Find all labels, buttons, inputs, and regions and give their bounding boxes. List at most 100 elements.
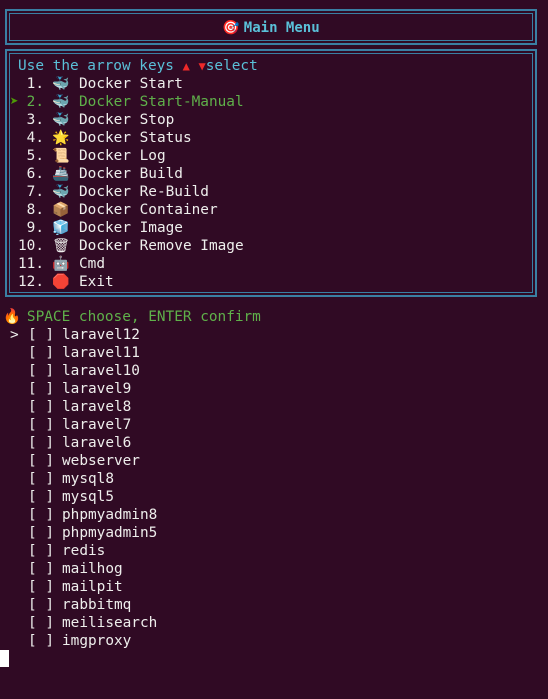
navigation-hint: Use the arrow keys ▲ ▼select bbox=[18, 57, 258, 75]
menu-item-icon: 📦 bbox=[52, 202, 70, 218]
menu-item[interactable]: 2. 🐳 Docker Start-Manual bbox=[8, 93, 488, 111]
menu-item-number: 5. bbox=[26, 148, 44, 164]
menu-item-number: 3. bbox=[26, 112, 44, 128]
checklist-label: meilisearch bbox=[62, 615, 158, 631]
checkbox[interactable]: [ ] bbox=[28, 615, 54, 631]
checkbox[interactable]: [ ] bbox=[28, 543, 54, 559]
hint-suffix: select bbox=[205, 58, 258, 74]
menu-item-number: 8. bbox=[26, 202, 44, 218]
checklist-item[interactable]: [ ] mailhog bbox=[10, 560, 123, 578]
checklist-pointer: > bbox=[10, 327, 19, 343]
checklist-label: rabbitmq bbox=[62, 597, 132, 613]
menu-item-label: Cmd bbox=[79, 256, 105, 272]
checkbox[interactable]: [ ] bbox=[28, 363, 54, 379]
checklist-item[interactable]: [ ] meilisearch bbox=[10, 614, 157, 632]
menu-item[interactable]: 12. 🛑 Exit bbox=[8, 273, 488, 291]
menu-item[interactable]: 4. 🌟 Docker Status bbox=[8, 129, 488, 147]
menu-item-icon: 🛑 bbox=[52, 274, 70, 290]
checklist-item[interactable]: [ ] laravel11 bbox=[10, 344, 140, 362]
checkbox[interactable]: [ ] bbox=[28, 525, 54, 541]
menu-item-icon: 🐳 bbox=[52, 76, 70, 92]
title-text: Main Menu bbox=[243, 20, 320, 36]
selection-arrow-icon: ➤ bbox=[10, 94, 19, 110]
checklist-label: imgproxy bbox=[62, 633, 132, 649]
checklist-item[interactable]: [ ] imgproxy bbox=[10, 632, 131, 650]
selection-prompt: 🔥 SPACE choose, ENTER confirm bbox=[3, 308, 261, 326]
menu-item[interactable]: 5. 📜 Docker Log bbox=[8, 147, 488, 165]
menu-item-label: Exit bbox=[79, 274, 114, 290]
checkbox[interactable]: [ ] bbox=[28, 561, 54, 577]
menu-item-label: Docker Re-Build bbox=[79, 184, 209, 200]
checkbox[interactable]: [ ] bbox=[28, 345, 54, 361]
checklist-label: laravel12 bbox=[62, 327, 140, 343]
checklist-item[interactable]: [ ] phpmyadmin5 bbox=[10, 524, 157, 542]
menu-item-label: Docker Log bbox=[79, 148, 166, 164]
menu-item-label: Docker Container bbox=[79, 202, 218, 218]
window-title: 🎯 Main Menu bbox=[7, 20, 535, 36]
menu-item[interactable]: 11. 🤖 Cmd bbox=[8, 255, 488, 273]
checkbox[interactable]: [ ] bbox=[28, 381, 54, 397]
checklist-item[interactable]: [ ] laravel10 bbox=[10, 362, 140, 380]
prompt-text: SPACE choose, ENTER confirm bbox=[26, 309, 261, 325]
menu-item-icon: 🤖 bbox=[52, 256, 70, 272]
fire-icon: 🔥 bbox=[3, 309, 21, 325]
menu-item-label: Docker Build bbox=[79, 166, 183, 182]
terminal-cursor bbox=[0, 650, 9, 667]
menu-item-icon: 🐳 bbox=[52, 184, 70, 200]
checkbox[interactable]: [ ] bbox=[28, 633, 54, 649]
checklist-label: mysql5 bbox=[62, 489, 114, 505]
checklist-item[interactable]: [ ] rabbitmq bbox=[10, 596, 131, 614]
menu-item-label: Docker Stop bbox=[79, 112, 175, 128]
checkbox[interactable]: [ ] bbox=[28, 489, 54, 505]
title-box: 🎯 Main Menu bbox=[5, 9, 537, 45]
checkbox[interactable]: [ ] bbox=[28, 597, 54, 613]
menu-item-label: Docker Remove Image bbox=[79, 238, 244, 254]
checklist-item[interactable]: [ ] mailpit bbox=[10, 578, 123, 596]
menu-item-icon: 🧊 bbox=[52, 220, 70, 236]
menu-item[interactable]: 6. 🚢 Docker Build bbox=[8, 165, 488, 183]
menu-item-label: Docker Start-Manual bbox=[79, 94, 244, 110]
checklist-label: laravel7 bbox=[62, 417, 132, 433]
menu-item-number: 4. bbox=[26, 130, 44, 146]
checklist-item[interactable]: [ ] laravel6 bbox=[10, 434, 131, 452]
menu-item[interactable]: 10. 🗑 Docker Remove Image bbox=[8, 237, 488, 255]
checkbox[interactable]: [ ] bbox=[28, 453, 54, 469]
menu-item[interactable]: 1. 🐳 Docker Start bbox=[8, 75, 488, 93]
menu-item-label: Docker Start bbox=[79, 76, 183, 92]
menu-item-number: 6. bbox=[26, 166, 44, 182]
menu-item-icon: 🐳 bbox=[52, 112, 70, 128]
checklist-item[interactable]: [ ] redis bbox=[10, 542, 105, 560]
checklist-label: mailhog bbox=[62, 561, 123, 577]
checkbox[interactable]: [ ] bbox=[28, 471, 54, 487]
menu-item-icon: 📜 bbox=[52, 148, 70, 164]
checklist-item[interactable]: [ ] laravel9 bbox=[10, 380, 131, 398]
checkbox[interactable]: [ ] bbox=[28, 327, 54, 343]
menu-item[interactable]: 9. 🧊 Docker Image bbox=[8, 219, 488, 237]
checklist-item[interactable]: [ ] laravel7 bbox=[10, 416, 131, 434]
menu-item[interactable]: 7. 🐳 Docker Re-Build bbox=[8, 183, 488, 201]
menu-item-number: 12. bbox=[18, 274, 44, 290]
checklist-item[interactable]: [ ] phpmyadmin8 bbox=[10, 506, 157, 524]
menu-item-label: Docker Status bbox=[79, 130, 192, 146]
checklist-label: webserver bbox=[62, 453, 140, 469]
checklist-item[interactable]: [ ] webserver bbox=[10, 452, 140, 470]
checklist-label: laravel8 bbox=[62, 399, 132, 415]
menu-item-icon: 🐳 bbox=[52, 94, 70, 110]
checklist-item[interactable]: > [ ] laravel12 bbox=[10, 326, 140, 344]
checkbox[interactable]: [ ] bbox=[28, 399, 54, 415]
menu-item[interactable]: 8. 📦 Docker Container bbox=[8, 201, 488, 219]
menu-item-number: 11. bbox=[18, 256, 44, 272]
checklist-item[interactable]: [ ] laravel8 bbox=[10, 398, 131, 416]
checkbox[interactable]: [ ] bbox=[28, 507, 54, 523]
checklist-label: laravel11 bbox=[62, 345, 140, 361]
checkbox[interactable]: [ ] bbox=[28, 579, 54, 595]
checkbox[interactable]: [ ] bbox=[28, 435, 54, 451]
menu-item-icon: 🗑 bbox=[52, 238, 70, 254]
checklist-label: laravel9 bbox=[62, 381, 132, 397]
checkbox[interactable]: [ ] bbox=[28, 417, 54, 433]
menu-item[interactable]: 3. 🐳 Docker Stop bbox=[8, 111, 488, 129]
checklist-item[interactable]: [ ] mysql5 bbox=[10, 488, 114, 506]
checklist-item[interactable]: [ ] mysql8 bbox=[10, 470, 114, 488]
checklist-label: mysql8 bbox=[62, 471, 114, 487]
menu-item-icon: 🌟 bbox=[52, 130, 70, 146]
